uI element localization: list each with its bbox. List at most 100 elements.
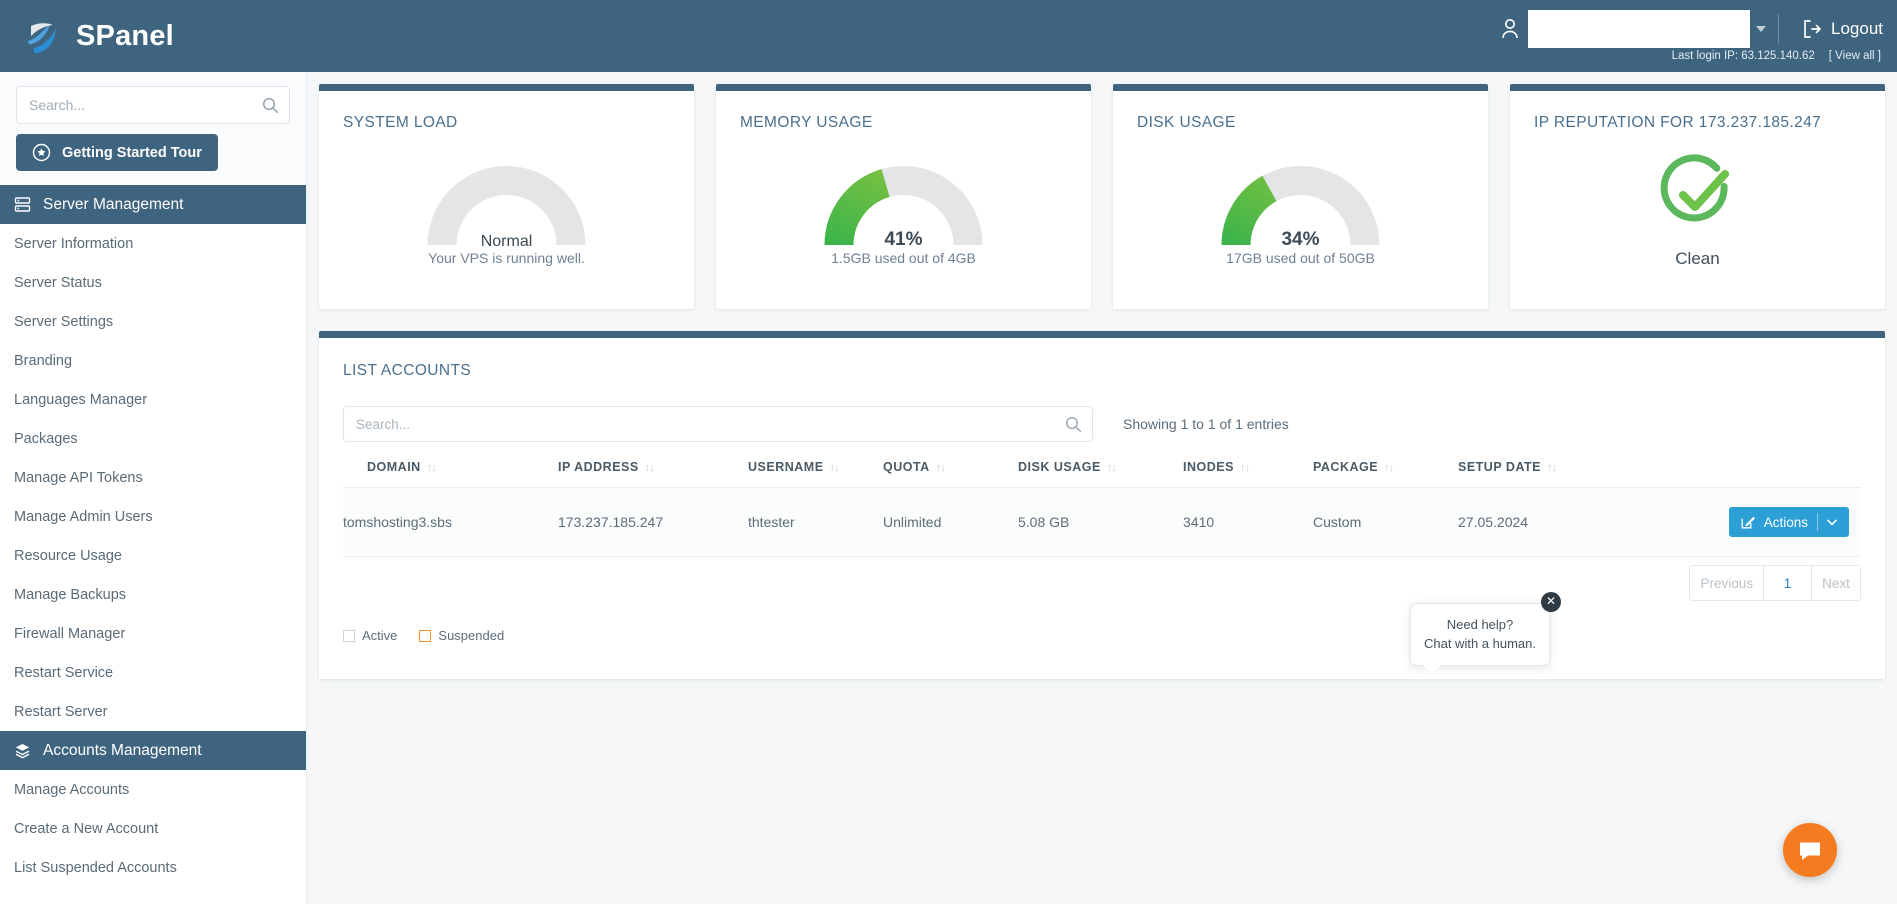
last-login-ip: Last login IP: 63.125.140.62 [1671, 50, 1815, 62]
sidebar-group-accounts-management[interactable]: Accounts Management [0, 731, 306, 770]
pagination-previous[interactable]: Previous [1690, 566, 1764, 600]
brand[interactable]: SPanel [0, 14, 174, 58]
th-label: QUOTA [883, 460, 930, 474]
ip-reputation-status: Clean [1510, 151, 1885, 269]
pagination: Previous 1 Next [1689, 565, 1861, 601]
th-actions [1648, 442, 1861, 488]
sidebar-item-label: Firewall Manager [14, 625, 126, 642]
search-icon[interactable] [262, 97, 279, 114]
panel-title: LIST ACCOUNTS [343, 362, 472, 379]
th-inodes[interactable]: INODES ↑↓ [1183, 442, 1313, 488]
sidebar-item-packages[interactable]: Packages [0, 419, 306, 458]
chevron-down-icon[interactable] [1756, 26, 1766, 32]
gauge-sub-label: 1.5GB used out of 4GB [831, 250, 976, 266]
sidebar-item-label: Resource Usage [14, 547, 122, 564]
cell-username: thtester [748, 487, 883, 557]
sort-updown-icon[interactable]: ↑↓ [1547, 462, 1557, 474]
sidebar-item-label: Branding [14, 352, 73, 369]
layers-icon [15, 744, 30, 759]
sort-updown-icon[interactable]: ↑↓ [830, 462, 840, 474]
sidebar-item-label: Packages [14, 430, 78, 447]
search-input[interactable] [17, 87, 289, 123]
sidebar-item-languages-manager[interactable]: Languages Manager [0, 380, 306, 419]
sidebar-item-branding[interactable]: Branding [0, 341, 306, 380]
sidebar-item-manage-admin-users[interactable]: Manage Admin Users [0, 497, 306, 536]
sidebar-item-label: Server Settings [14, 313, 114, 330]
th-label: INODES [1183, 460, 1234, 474]
legend-label: Active [362, 628, 398, 643]
user-account-select[interactable] [1528, 10, 1750, 48]
gauge-center-label: 41% [884, 229, 923, 250]
accounts-search-input[interactable] [344, 407, 1092, 441]
th-label: DOMAIN [367, 460, 421, 474]
sort-updown-icon[interactable]: ↑↓ [936, 462, 946, 474]
pagination-next[interactable]: Next [1812, 566, 1860, 600]
logout-button[interactable]: Logout [1801, 18, 1883, 40]
th-disk-usage[interactable]: DISK USAGE ↑↓ [1018, 442, 1183, 488]
chevron-down-icon[interactable] [1827, 519, 1837, 526]
sidebar-item-manage-accounts[interactable]: Manage Accounts [0, 770, 306, 809]
sidebar-item-resource-usage[interactable]: Resource Usage [0, 536, 306, 575]
sidebar-item-label: Manage Admin Users [14, 508, 153, 525]
sidebar-item-label: Manage API Tokens [14, 469, 143, 486]
cell-inodes: 3410 [1183, 487, 1313, 557]
table-row[interactable]: tomshosting3.sbs 173.237.185.247 thteste… [343, 487, 1861, 557]
tour-button-label: Getting Started Tour [62, 144, 202, 161]
accounts-table: DOMAIN ↑↓ IP ADDRESS ↑↓ USERNAME ↑↓ QUOTA ↑↓… [343, 442, 1861, 557]
sidebar-group-label: Accounts Management [43, 741, 202, 759]
card-system-load: SYSTEM LOAD Normal Your VPS is running w… [319, 84, 694, 309]
logout-icon [1804, 20, 1821, 38]
sort-updown-icon[interactable]: ↑↓ [645, 462, 655, 474]
getting-started-tour-button[interactable]: Getting Started Tour [16, 134, 218, 171]
card-title: SYSTEM LOAD [343, 114, 458, 131]
sidebar-item-restart-service[interactable]: Restart Service [0, 653, 306, 692]
sidebar-search-box[interactable] [16, 86, 290, 124]
sidebar-item-manage-backups[interactable]: Manage Backups [0, 575, 306, 614]
sidebar-group-server-management[interactable]: Server Management [0, 185, 306, 224]
legend-item-active: Active [343, 628, 397, 643]
sort-updown-icon[interactable]: ↑↓ [427, 462, 437, 474]
check-circle-icon [1660, 154, 1729, 222]
logout-label: Logout [1831, 19, 1883, 38]
accounts-search-box[interactable] [343, 406, 1093, 442]
cell-setup-date: 27.05.2024 [1458, 487, 1648, 557]
th-ip-address[interactable]: IP ADDRESS ↑↓ [558, 442, 748, 488]
th-domain[interactable]: DOMAIN ↑↓ [343, 442, 558, 488]
sort-updown-icon[interactable]: ↑↓ [1107, 462, 1117, 474]
sidebar-item-restart-server[interactable]: Restart Server [0, 692, 306, 731]
gauge-center-label: 34% [1281, 229, 1320, 250]
sidebar-item-create-a-new-account[interactable]: Create a New Account [0, 809, 306, 848]
th-package[interactable]: PACKAGE ↑↓ [1313, 442, 1458, 488]
sidebar-item-firewall-manager[interactable]: Firewall Manager [0, 614, 306, 653]
view-all-logins-link[interactable]: [ View all ] [1829, 50, 1881, 62]
chat-prompt-bubble[interactable]: ✕ Need help? Chat with a human. [1410, 592, 1561, 674]
sidebar-item-server-settings[interactable]: Server Settings [0, 302, 306, 341]
th-username[interactable]: USERNAME ↑↓ [748, 442, 883, 488]
close-icon[interactable]: ✕ [1541, 592, 1561, 612]
th-label: USERNAME [748, 460, 824, 474]
actions-button[interactable]: Actions [1728, 507, 1849, 537]
cell-quota: Unlimited [883, 487, 1018, 557]
th-label: SETUP DATE [1458, 460, 1542, 474]
th-quota[interactable]: QUOTA ↑↓ [883, 442, 1018, 488]
sidebar: Getting Started Tour Server Management S… [0, 72, 307, 904]
sidebar-item-server-status[interactable]: Server Status [0, 263, 306, 302]
sidebar-item-label: Server Information [14, 235, 134, 252]
th-setup-date[interactable]: SETUP DATE ↑↓ [1458, 442, 1648, 488]
search-icon[interactable] [1065, 416, 1082, 433]
sidebar-item-server-information[interactable]: Server Information [0, 224, 306, 263]
header-right-group: Logout Last login IP: 63.125.140.62 [ Vi… [1500, 0, 1883, 72]
chat-launcher-button[interactable] [1783, 823, 1837, 877]
cell-package: Custom [1313, 487, 1458, 557]
sort-updown-icon[interactable]: ↑↓ [1240, 462, 1250, 474]
pagination-page-1[interactable]: 1 [1764, 566, 1812, 600]
sidebar-item-list-suspended-accounts[interactable]: List Suspended Accounts [0, 848, 306, 887]
sidebar-item-label: List Suspended Accounts [14, 859, 177, 876]
sort-updown-icon[interactable]: ↑↓ [1384, 462, 1394, 474]
legend-item-suspended: Suspended [419, 628, 504, 643]
card-title: MEMORY USAGE [740, 114, 873, 131]
tour-wrapper: Getting Started Tour [0, 134, 306, 185]
sidebar-item-manage-api-tokens[interactable]: Manage API Tokens [0, 458, 306, 497]
sidebar-search-wrapper [0, 72, 306, 134]
top-header-bar: SPanel Logout Last login IP: 63.125.140.… [0, 0, 1897, 72]
